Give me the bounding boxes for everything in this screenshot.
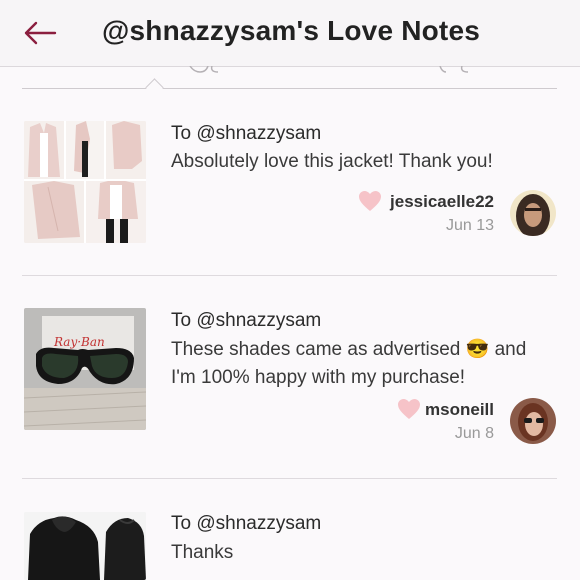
heart-icon [398,399,420,419]
note-date: Jun 13 [445,217,494,234]
note-date: Jun 8 [454,425,494,442]
heart-icon [359,191,381,211]
note-recipient[interactable]: To @shnazzysam [171,310,321,332]
jacket-image [24,121,146,243]
header-bar: @shnazzysam's Love Notes [0,0,580,67]
note-separator [22,478,557,479]
sender-avatar[interactable] [510,190,556,236]
avatar-image [510,190,556,236]
sender-username[interactable]: jessicaelle22 [390,192,494,212]
sunglasses-image: Ray·Ban [24,308,146,430]
tab-strip-clipped [189,66,469,73]
avatar-image [510,398,556,444]
back-arrow-icon [24,21,57,45]
note-recipient[interactable]: To @shnazzysam [171,513,321,535]
back-button[interactable] [20,14,60,52]
tab-divider [22,88,557,89]
note-message: Absolutely love this jacket! Thank you! [171,151,493,172]
sender-avatar[interactable] [510,398,556,444]
sender-username[interactable]: msoneill [425,400,494,420]
jacket-thumbnail[interactable] [24,121,146,243]
sunglasses-thumbnail[interactable]: Ray·Ban [24,308,146,430]
page-title: @shnazzysam's Love Notes [102,15,481,46]
tab-strip [0,66,580,90]
note-recipient[interactable]: To @shnazzysam [171,123,321,145]
hoodie-thumbnail[interactable] [24,512,146,580]
note-message: These shades came as advertised 😎 and I'… [171,339,527,388]
svg-text:Ray·Ban: Ray·Ban [53,335,105,349]
note-separator [22,275,557,276]
note-message: Thanks [171,542,234,563]
hoodie-image [24,512,146,580]
